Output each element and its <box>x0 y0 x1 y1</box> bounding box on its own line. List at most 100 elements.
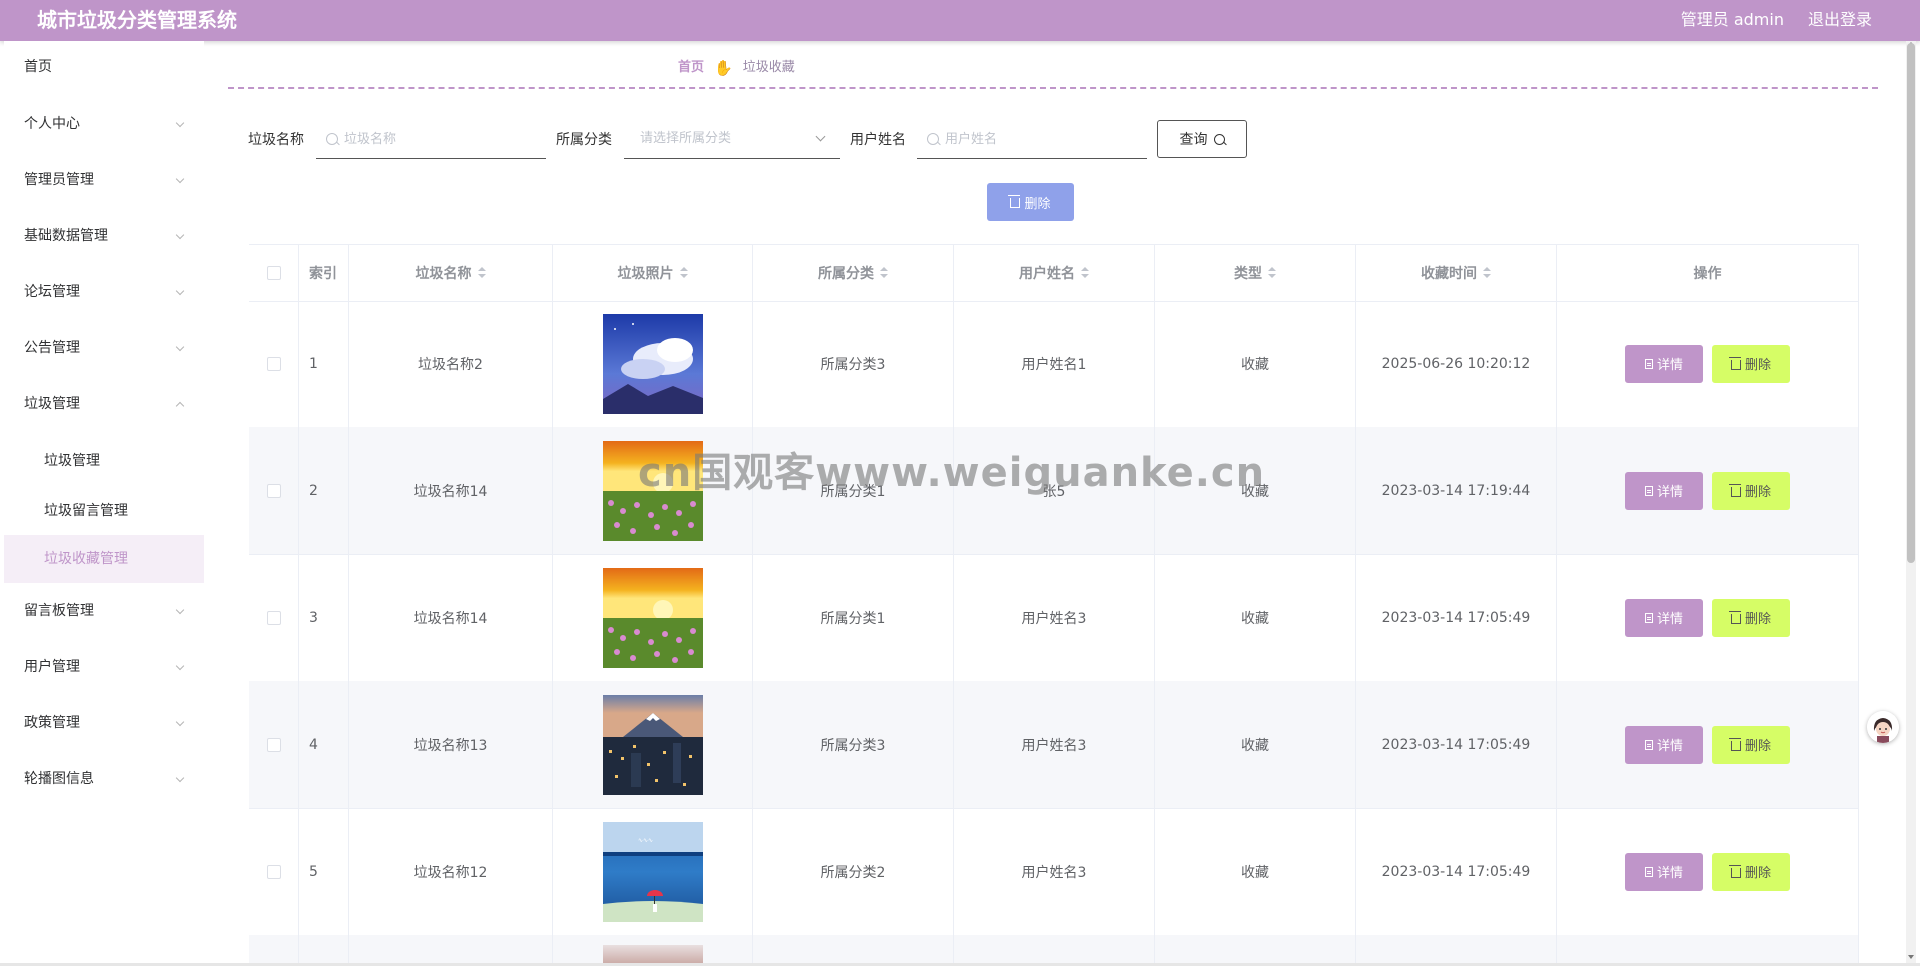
sidebar-item-label: 首页 <box>24 59 52 75</box>
sidebar-item[interactable]: 留言板管理 <box>4 591 204 631</box>
column-header-user[interactable]: 用户姓名 <box>954 245 1155 301</box>
row-delete-button[interactable]: 删除 <box>1712 598 1790 637</box>
detail-button[interactable]: 详情 <box>1625 598 1703 637</box>
query-button[interactable]: 查询 <box>1157 120 1247 158</box>
user-search-input[interactable] <box>945 124 1141 154</box>
sidebar-item[interactable]: 公告管理 <box>4 328 204 368</box>
watermark-text: cn国观客www.weiguanke.cn <box>638 450 1266 496</box>
detail-button[interactable]: 详情 <box>1625 725 1703 764</box>
category-search-label: 所属分类 <box>556 132 612 148</box>
cell-cb <box>249 554 299 681</box>
breadcrumb: 首页 ✋ 垃圾收藏 <box>678 58 795 78</box>
detail-button-label: 详情 <box>1656 358 1683 373</box>
sort-caret-icon[interactable] <box>1081 267 1089 279</box>
table-row[interactable]: 1 垃圾名称2 所属分类3 用户姓名1 收藏 2025-06-26 10:20:12 详情 删… <box>249 300 1859 428</box>
select-all-checkbox[interactable] <box>266 266 281 280</box>
column-header-label: 所属分类 <box>818 266 874 282</box>
sort-caret-icon[interactable] <box>880 267 888 279</box>
sidebar-item[interactable]: 政策管理 <box>4 703 204 743</box>
sidebar-item[interactable]: 论坛管理 <box>4 272 204 312</box>
page-scrollbar[interactable] <box>1906 41 1916 963</box>
detail-button[interactable]: 详情 <box>1625 344 1703 383</box>
table-row[interactable]: 5 垃圾名称12 ∿∿∿ 所属分类2 用户姓名3 收藏 2023-03-14 17:05:4… <box>249 808 1859 936</box>
sort-caret-icon[interactable] <box>1483 267 1491 279</box>
svg-text:∿∿∿: ∿∿∿ <box>638 837 653 844</box>
chevron-down-icon <box>174 647 186 687</box>
user-search-field <box>917 124 1147 159</box>
cell-text: 用户姓名1 <box>1021 356 1087 373</box>
cell-category: 所属分类3 <box>753 681 954 808</box>
category-select[interactable]: 请选择所属分类 <box>624 124 840 159</box>
column-header-photo[interactable]: 垃圾照片 <box>553 245 753 301</box>
sidebar-item[interactable]: 基础数据管理 <box>4 216 204 256</box>
column-header-label: 收藏时间 <box>1421 266 1477 282</box>
cell-time: 2023-03-14 17:05:49 <box>1356 554 1557 681</box>
sidebar-item[interactable]: 垃圾收藏管理 <box>4 535 204 583</box>
row-checkbox[interactable] <box>266 864 281 879</box>
row-checkbox[interactable] <box>266 610 281 625</box>
detail-button-label: 详情 <box>1656 739 1683 754</box>
column-header-name[interactable]: 垃圾名称 <box>349 245 553 301</box>
cell-name: 垃圾名称14 <box>349 554 553 681</box>
sidebar-item[interactable]: 垃圾管理 <box>4 384 204 424</box>
cell-type: 收藏 <box>1155 300 1356 427</box>
detail-button[interactable]: 详情 <box>1625 471 1703 510</box>
garbage-photo[interactable] <box>602 567 703 668</box>
table-row[interactable]: 3 垃圾名称14 所属分类1 用户姓名3 收藏 2023-03-14 17:05:49 详情… <box>249 554 1859 682</box>
cell-text: 2023-03-14 17:19:44 <box>1381 482 1531 499</box>
table-row[interactable]: 4 垃圾名称13 所属分类3 用户姓名3 收藏 2023-03-14 17:05:49 详情… <box>249 681 1859 809</box>
cell-time: 2025-06-26 10:20:12 <box>1356 300 1557 427</box>
column-header-time[interactable]: 收藏时间 <box>1356 245 1557 301</box>
sidebar-item[interactable]: 轮播图信息 <box>4 759 204 799</box>
row-delete-label: 删除 <box>1744 485 1771 500</box>
sidebar-item[interactable]: 垃圾留言管理 <box>4 487 204 535</box>
cell-actions: 详情 删除 <box>1557 427 1859 554</box>
cell-actions: 详情 删除 <box>1557 554 1859 681</box>
garbage-photo[interactable] <box>602 694 703 795</box>
column-header-actions: 操作 <box>1557 245 1859 301</box>
sidebar-item[interactable]: 用户管理 <box>4 647 204 687</box>
row-delete-label: 删除 <box>1744 866 1771 881</box>
trash-icon <box>1728 737 1741 751</box>
column-header-category[interactable]: 所属分类 <box>753 245 954 301</box>
breadcrumb-home[interactable]: 首页 <box>678 58 704 78</box>
cell-index <box>299 935 349 965</box>
cell-cb <box>249 300 299 427</box>
sidebar-item[interactable]: 首页 <box>4 47 204 87</box>
cell-cb <box>249 427 299 554</box>
bulk-delete-button[interactable]: 删除 <box>987 183 1074 221</box>
garbage-photo[interactable] <box>602 313 703 414</box>
column-header-type[interactable]: 类型 <box>1155 245 1356 301</box>
detail-button-label: 详情 <box>1656 612 1683 627</box>
cell-photo <box>553 554 753 681</box>
cell-actions: 详情 删除 <box>1557 300 1859 427</box>
assistant-avatar[interactable] <box>1867 711 1899 743</box>
row-checkbox[interactable] <box>266 356 281 371</box>
name-search-label: 垃圾名称 <box>248 132 304 148</box>
sort-caret-icon[interactable] <box>679 267 688 279</box>
user-area: 管理员 admin 退出登录 <box>1681 9 1872 31</box>
row-checkbox[interactable] <box>266 483 281 498</box>
row-delete-button[interactable]: 删除 <box>1712 725 1790 764</box>
row-delete-button[interactable]: 删除 <box>1712 852 1790 891</box>
scroll-down-arrow-icon[interactable] <box>1908 955 1914 959</box>
logout-button[interactable]: 退出登录 <box>1808 9 1872 31</box>
garbage-photo[interactable]: ∿∿∿ <box>602 821 703 922</box>
search-icon <box>1213 133 1225 145</box>
table-row-partial <box>249 935 1859 965</box>
detail-button[interactable]: 详情 <box>1625 852 1703 891</box>
sidebar-item[interactable]: 管理员管理 <box>4 160 204 200</box>
row-delete-label: 删除 <box>1744 612 1771 627</box>
scrollbar-thumb[interactable] <box>1907 43 1915 563</box>
cell-text: 2023-03-14 17:05:49 <box>1381 736 1531 753</box>
sidebar-item[interactable]: 个人中心 <box>4 104 204 144</box>
row-delete-button[interactable]: 删除 <box>1712 344 1790 383</box>
sidebar-item[interactable]: 垃圾管理 <box>4 437 204 485</box>
sort-caret-icon[interactable] <box>477 267 486 279</box>
sort-caret-icon[interactable] <box>1268 267 1276 279</box>
name-search-input[interactable] <box>344 124 540 154</box>
cell-text: 收藏 <box>1241 610 1269 627</box>
row-checkbox[interactable] <box>266 737 281 752</box>
row-delete-button[interactable]: 删除 <box>1712 471 1790 510</box>
cell-cb <box>249 681 299 808</box>
